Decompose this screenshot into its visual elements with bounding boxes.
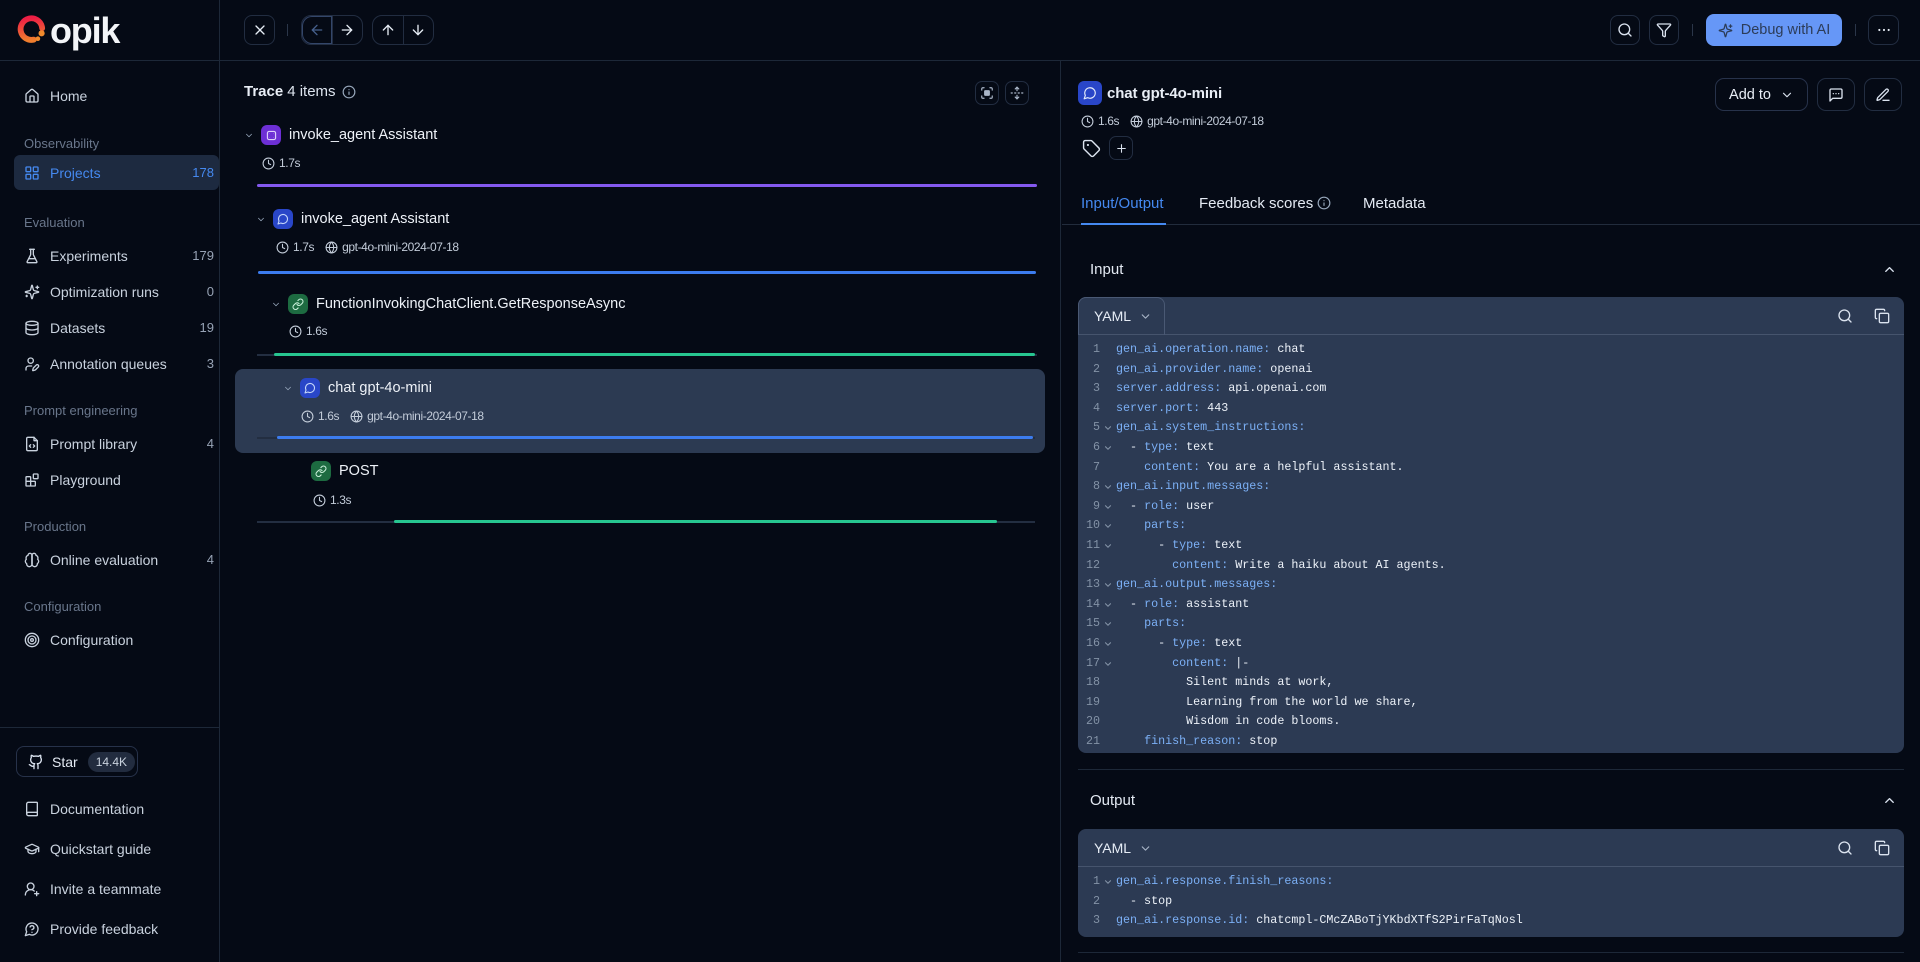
- svg-text:opik: opik: [50, 13, 121, 51]
